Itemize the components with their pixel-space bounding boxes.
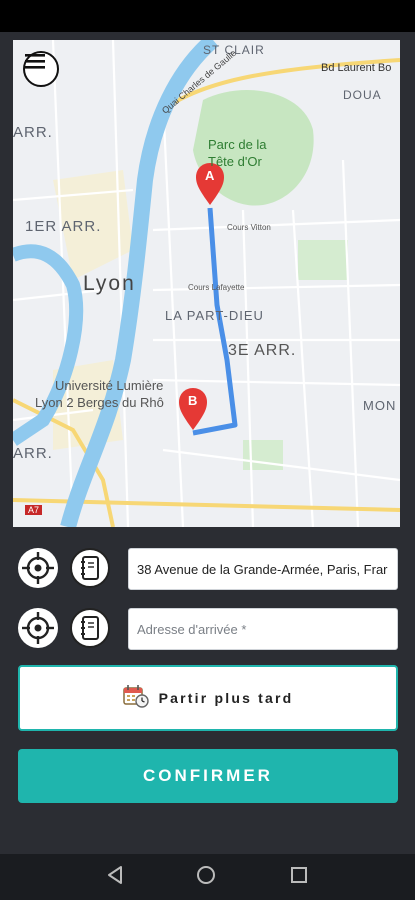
leave-later-button[interactable]: Partir plus tard [18,665,398,731]
map-label-douai: DOUA [343,88,382,102]
status-bar [0,0,415,32]
crosshair-icon[interactable] [18,608,58,648]
map-label-bd-laurent: Bd Laurent Bo [321,62,392,74]
map-label-arr-top: ARR. [13,124,53,141]
map-label-tete-dor: Tête d'Or [208,154,262,169]
map-view[interactable]: ST CLAIR Bd Laurent Bo Quai Charles de G… [13,40,400,527]
hamburger-menu-icon[interactable] [23,51,59,87]
map-label-parc: Parc de la [208,137,267,152]
map-label-cours-lafayette: Cours Lafayette [188,283,245,292]
address-book-icon[interactable] [70,608,110,648]
map-label-lyon: Lyon [83,272,136,295]
departure-address-input[interactable]: 38 Avenue de la Grande-Armée, Paris, Fra… [128,548,398,590]
system-nav-bar [0,854,415,900]
map-label-a7: A7 [25,505,43,515]
map-label-universite-2: Lyon 2 Berges du Rhô [35,395,164,410]
map-label-mon: MON [363,398,397,413]
marker-a-label: A [205,168,215,183]
confirm-button[interactable]: CONFIRMER [18,749,398,803]
map-label-arr-bottom: ARR. [13,445,53,462]
back-icon[interactable] [106,865,124,890]
arrival-address-input[interactable]: Adresse d'arrivée * [128,608,398,650]
leave-later-label: Partir plus tard [158,690,294,706]
address-book-icon[interactable] [70,548,110,588]
home-icon[interactable] [195,864,217,891]
map-label-universite-1: Université Lumière [55,378,164,393]
map-label-3e-arr: 3E ARR. [228,342,297,359]
calendar-clock-icon [122,684,149,713]
departure-row: 38 Avenue de la Grande-Armée, Paris, Fra… [18,548,398,590]
map-label-cours-vitton: Cours Vitton [227,223,271,232]
marker-b-label: B [188,393,198,408]
arrival-row: Adresse d'arrivée * [18,608,398,650]
recents-icon[interactable] [289,865,309,890]
crosshair-icon[interactable] [18,548,58,588]
map-label-part-dieu: LA PART-DIEU [165,308,264,323]
map-label-1er-arr: 1ER ARR. [25,218,102,235]
confirm-label: CONFIRMER [143,766,273,785]
